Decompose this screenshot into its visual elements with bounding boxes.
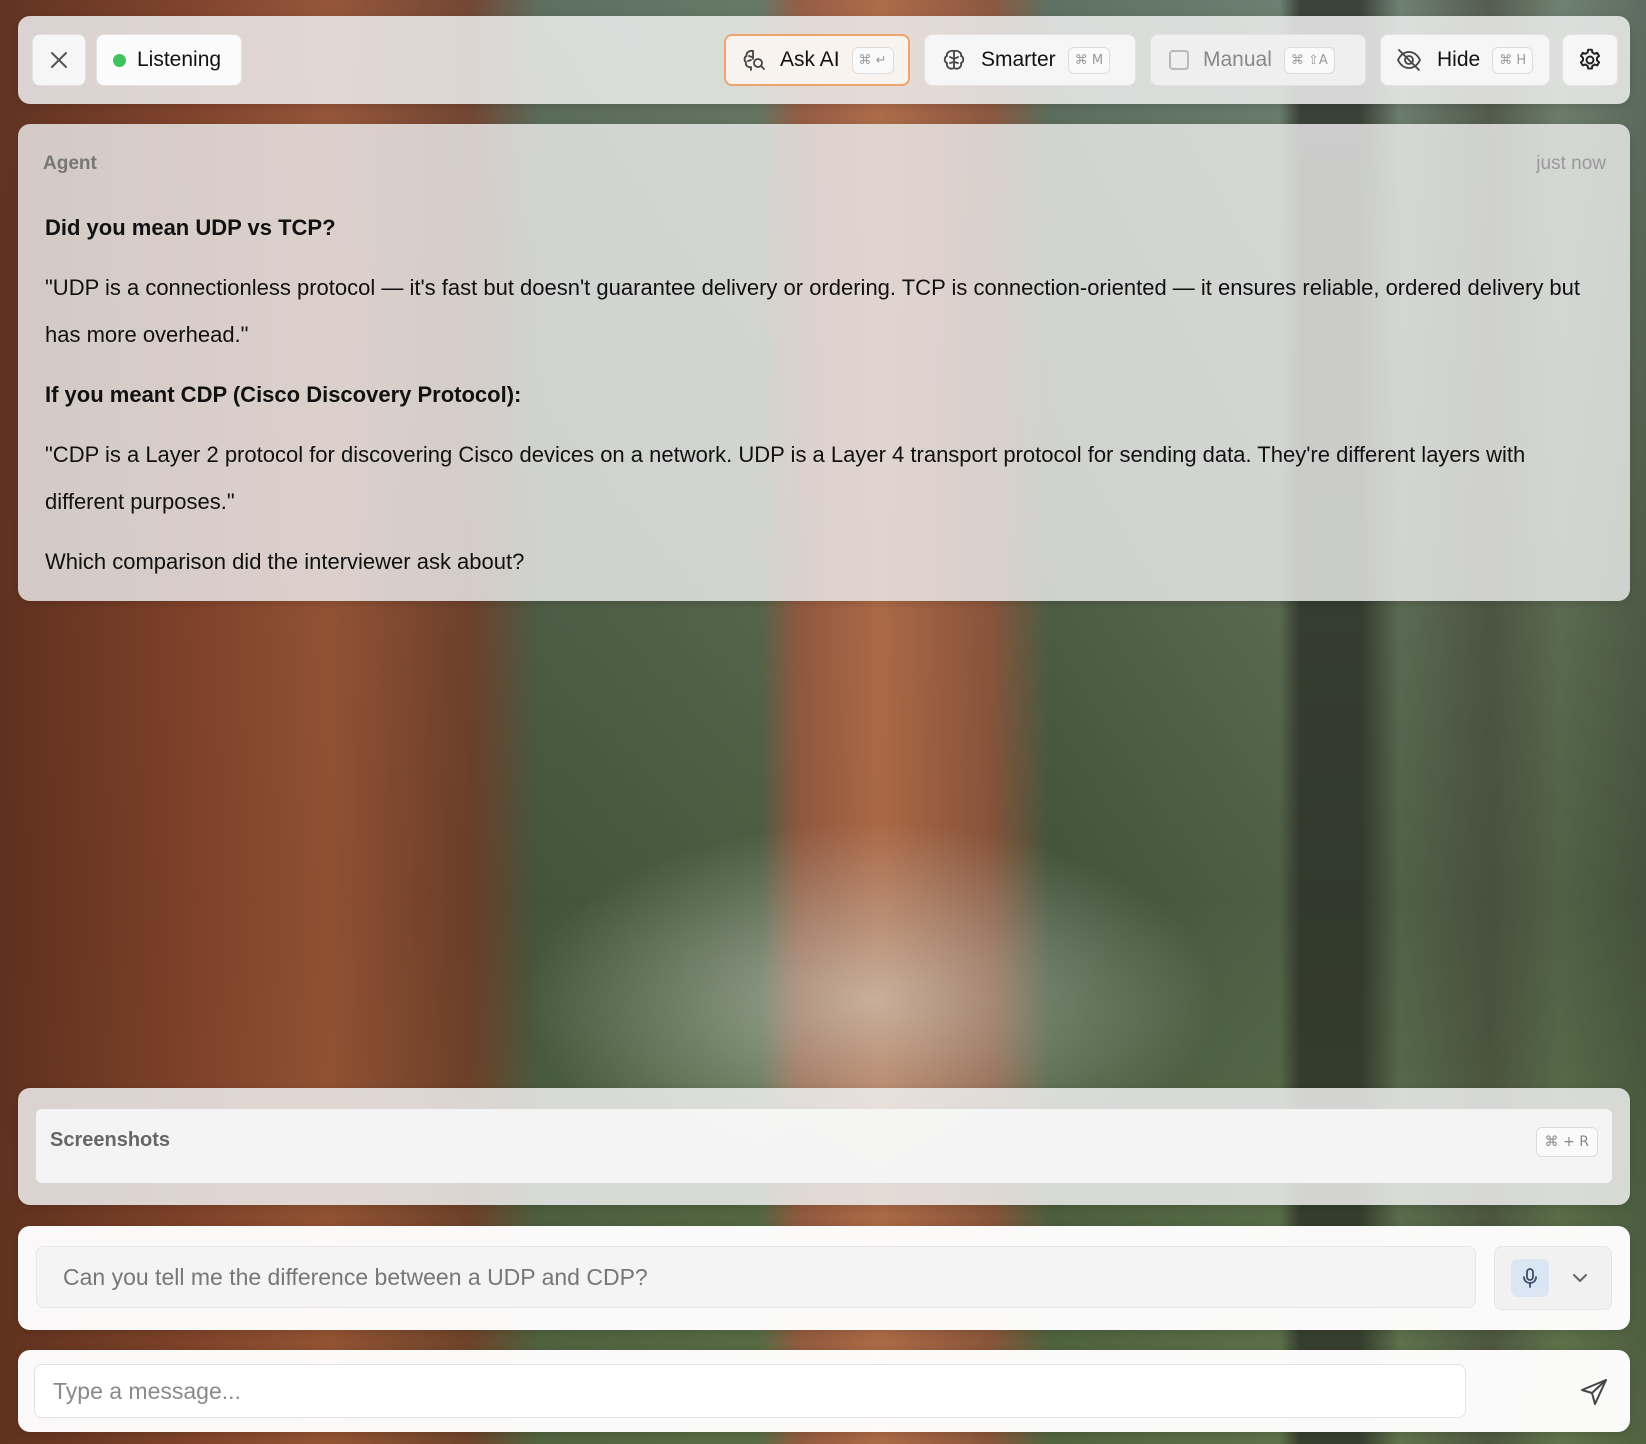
ask-ai-shortcut: ⌘ ↵ [851, 46, 894, 74]
manual-label: Manual [1203, 48, 1272, 71]
hide-shortcut: ⌘ H [1492, 46, 1534, 74]
agent-sender-label: Agent [43, 153, 97, 174]
top-toolbar: Listening Ask AI ⌘ ↵ Smarter ⌘ M Manual … [18, 16, 1630, 104]
manual-checkbox-icon[interactable] [1169, 50, 1189, 70]
agent-response-panel: Agent just now Did you mean UDP vs TCP? … [18, 124, 1630, 601]
microphone-icon [1521, 1267, 1539, 1289]
agent-paragraph-cdp: "CDP is a Layer 2 protocol for discoveri… [45, 442, 1526, 514]
send-button[interactable] [1576, 1374, 1612, 1410]
hide-button[interactable]: Hide ⌘ H [1380, 34, 1550, 86]
screenshots-area[interactable]: Screenshots ⌘ + R [36, 1109, 1612, 1183]
brain-search-icon [740, 47, 766, 73]
ask-ai-label: Ask AI [780, 48, 840, 71]
screenshots-panel: Screenshots ⌘ + R [18, 1088, 1630, 1205]
close-icon [49, 50, 69, 70]
settings-button[interactable] [1562, 34, 1618, 86]
manual-shortcut: ⌘ ⇧A [1283, 46, 1335, 74]
message-input[interactable] [34, 1364, 1466, 1418]
agent-heading-udp-tcp: Did you mean UDP vs TCP? [45, 215, 336, 240]
agent-question: Which comparison did the interviewer ask… [45, 549, 525, 574]
ask-ai-button[interactable]: Ask AI ⌘ ↵ [724, 34, 910, 86]
screenshots-label: Screenshots [50, 1129, 171, 1151]
agent-message-body: Did you mean UDP vs TCP? "UDP is a conne… [45, 204, 1605, 598]
hide-label: Hide [1437, 48, 1481, 71]
smarter-button[interactable]: Smarter ⌘ M [924, 34, 1136, 86]
smarter-label: Smarter [981, 48, 1056, 71]
gear-icon [1577, 47, 1603, 73]
listening-indicator-dot [113, 53, 126, 67]
agent-timestamp: just now [1536, 153, 1606, 174]
message-panel [18, 1350, 1630, 1432]
transcript-text-field[interactable]: Can you tell me the difference between a… [36, 1246, 1476, 1308]
chevron-down-icon[interactable] [1567, 1265, 1593, 1291]
agent-paragraph-udp-tcp: "UDP is a connectionless protocol — it's… [45, 275, 1581, 347]
transcript-panel: Can you tell me the difference between a… [18, 1226, 1630, 1330]
screenshots-shortcut: ⌘ + R [1535, 1127, 1598, 1157]
close-button[interactable] [32, 34, 86, 86]
manual-toggle[interactable]: Manual ⌘ ⇧A [1150, 34, 1366, 86]
smarter-shortcut: ⌘ M [1067, 46, 1111, 74]
send-icon [1579, 1377, 1609, 1407]
eye-off-icon [1395, 47, 1423, 73]
agent-heading-cdp: If you meant CDP (Cisco Discovery Protoc… [45, 382, 522, 407]
listening-label: Listening [137, 48, 222, 71]
microphone-button[interactable] [1511, 1259, 1549, 1297]
brain-icon [941, 47, 967, 73]
audio-controls [1494, 1246, 1612, 1310]
listening-status-button[interactable]: Listening [96, 34, 242, 86]
